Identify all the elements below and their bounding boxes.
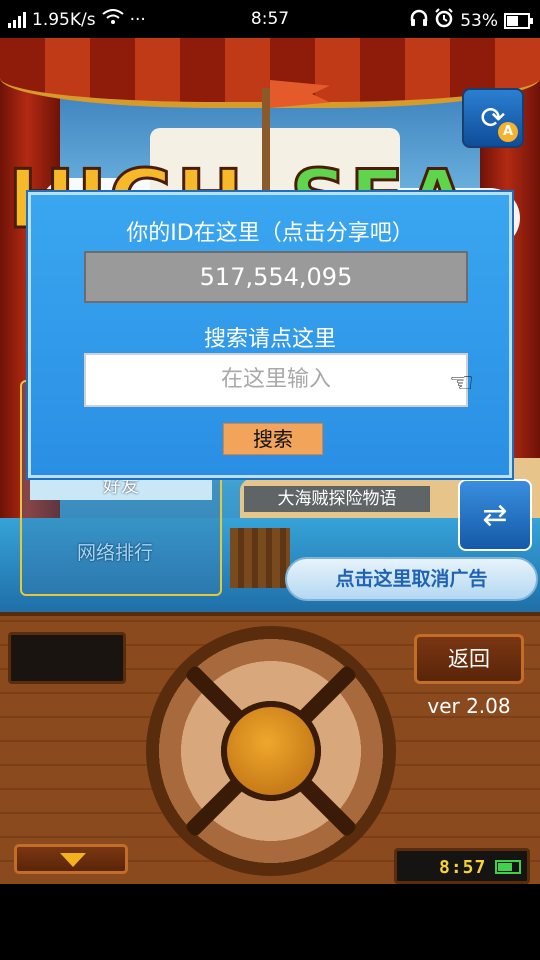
phone-exchange-icon: ⇄: [482, 497, 508, 533]
headset-icon: [410, 9, 428, 32]
online-ranking-button[interactable]: 网络排行: [40, 538, 190, 565]
wheel-hub[interactable]: [221, 701, 321, 801]
control-panel: 返回 ver 2.08 8:57: [0, 612, 540, 884]
dock: [230, 528, 290, 588]
back-button[interactable]: 返回: [414, 634, 524, 684]
language-badge-icon: A: [498, 122, 518, 142]
search-input[interactable]: 在这里输入: [84, 353, 468, 407]
alarm-icon: [434, 8, 454, 33]
mini-screen: [8, 632, 126, 684]
tab-friends[interactable]: 好友: [30, 476, 212, 500]
search-button[interactable]: 搜索: [223, 423, 323, 455]
status-bar: 1.95K/s ··· 8:57 53%: [0, 0, 540, 38]
game-battery-icon: [495, 860, 521, 874]
translate-button[interactable]: ⟳ A: [462, 88, 524, 148]
battery-icon: [504, 12, 533, 29]
pointing-hand-icon: ☜: [449, 366, 475, 399]
share-button[interactable]: ⇄: [458, 479, 532, 551]
ship-wheel[interactable]: [146, 626, 396, 876]
bottom-bar: [0, 884, 540, 960]
cancel-ads-button[interactable]: 点击这里取消广告: [285, 557, 538, 601]
pirate-story-banner: 大海贼探险物语: [244, 486, 430, 512]
game-clock-time: 8:57: [439, 857, 487, 878]
version-label: ver 2.08: [427, 694, 511, 718]
id-dialog: 你的ID在这里（点击分享吧） 517,554,095 搜索请点这里 在这里输入 …: [28, 192, 512, 478]
game-clock: 8:57: [394, 848, 530, 884]
down-arrow-button[interactable]: [14, 844, 128, 874]
search-hint: 搜索请点这里: [203, 327, 336, 352]
ship-mast: [262, 88, 270, 198]
player-id-box[interactable]: 517,554,095: [84, 251, 468, 303]
id-title: 你的ID在这里（点击分享吧）: [126, 221, 414, 246]
battery-percent: 53%: [460, 10, 498, 31]
